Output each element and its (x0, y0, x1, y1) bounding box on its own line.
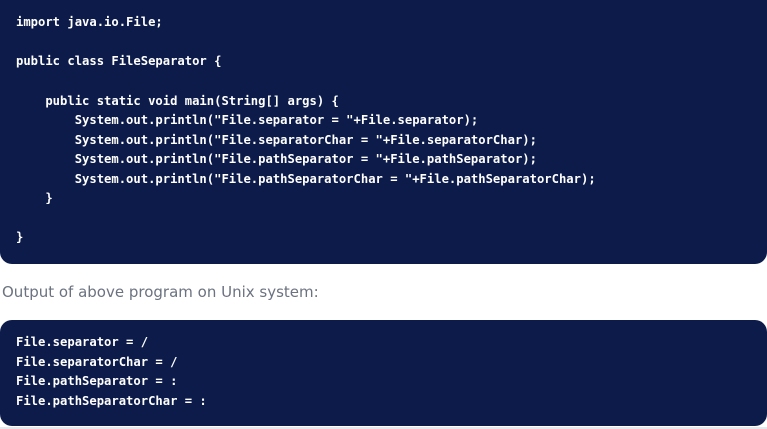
code-line: import java.io.File; (16, 15, 163, 29)
code-line: System.out.println("File.pathSeparatorCh… (16, 171, 596, 186)
output-line: File.pathSeparatorChar = : (16, 393, 207, 408)
output-line: File.separator = / (16, 335, 149, 349)
code-line: System.out.println("File.separator = "+F… (16, 113, 479, 127)
output-caption: Output of above program on Unix system: (2, 283, 319, 301)
code-line: public static void main(String[] args) { (16, 93, 339, 108)
code-line: } (16, 191, 53, 205)
output-code-block: File.separator = / File.separatorChar = … (0, 320, 767, 426)
code-line: System.out.println("File.separatorChar =… (16, 132, 537, 147)
code-line: System.out.println("File.pathSeparator =… (16, 152, 537, 166)
output-line: File.separatorChar = / (16, 354, 178, 369)
code-line: public class FileSeparator { (16, 54, 222, 68)
java-code-block: import java.io.File; public class FileSe… (0, 0, 767, 264)
output-line: File.pathSeparator = : (16, 374, 178, 388)
code-line: } (16, 230, 24, 244)
